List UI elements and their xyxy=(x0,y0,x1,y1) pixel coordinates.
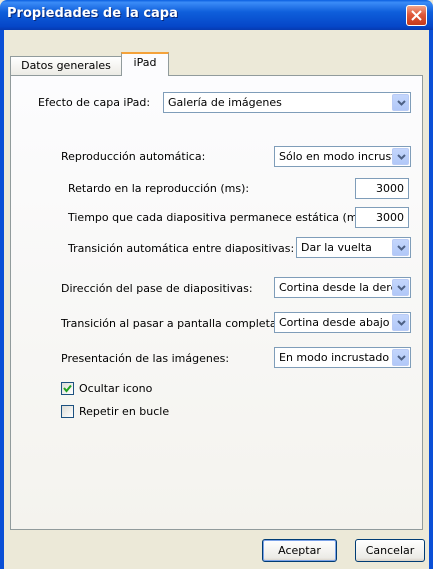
tab-panel-ipad: Efecto de capa iPad: Galería de imágenes… xyxy=(10,75,423,530)
hide-icon-label[interactable]: Ocultar icono xyxy=(79,382,152,395)
chevron-down-icon[interactable] xyxy=(392,314,409,331)
hide-icon-checkbox[interactable] xyxy=(61,382,74,395)
effect-label: Efecto de capa iPad: xyxy=(38,96,151,109)
checkmark-icon xyxy=(63,384,72,393)
delay-input[interactable]: 3000 xyxy=(355,178,409,199)
static-time-input[interactable]: 3000 xyxy=(355,207,409,228)
tab-ipad[interactable]: iPad xyxy=(121,52,169,76)
autoplay-select[interactable]: Sólo en modo incrust xyxy=(274,146,411,167)
dialog-window: Propiedades de la capa Datos generales i… xyxy=(0,0,433,569)
chevron-down-icon[interactable] xyxy=(392,279,409,296)
presentation-select[interactable]: En modo incrustado xyxy=(274,347,411,368)
static-time-label: Tiempo que cada diapositiva permanece es… xyxy=(68,211,372,224)
fullscreen-value: Cortina desde abajo xyxy=(279,316,390,329)
direction-select[interactable]: Cortina desde la dere xyxy=(274,277,411,298)
title-bar[interactable]: Propiedades de la capa xyxy=(0,0,433,30)
auto-transition-select[interactable]: Dar la vuelta xyxy=(296,237,411,258)
tab-datos-generales[interactable]: Datos generales xyxy=(10,56,122,75)
chevron-down-icon[interactable] xyxy=(392,94,409,111)
cancel-button[interactable]: Cancelar xyxy=(355,539,425,562)
chevron-down-icon[interactable] xyxy=(392,148,409,165)
fullscreen-select[interactable]: Cortina desde abajo xyxy=(274,312,411,333)
window-title: Propiedades de la capa xyxy=(7,6,178,21)
window-frame-left xyxy=(0,30,4,569)
loop-label[interactable]: Repetir en bucle xyxy=(79,405,169,418)
presentation-label: Presentación de las imágenes: xyxy=(61,352,230,365)
fullscreen-label: Transición al pasar a pantalla completa: xyxy=(61,317,281,330)
effect-value: Galería de imágenes xyxy=(168,96,282,109)
delay-label: Retardo en la reproducción (ms): xyxy=(68,182,250,195)
chevron-down-icon[interactable] xyxy=(392,239,409,256)
close-icon xyxy=(411,10,422,21)
loop-checkbox[interactable] xyxy=(61,405,74,418)
window-frame-right xyxy=(429,30,433,569)
chevron-down-icon[interactable] xyxy=(392,349,409,366)
auto-transition-value: Dar la vuelta xyxy=(301,241,372,254)
close-button[interactable] xyxy=(406,5,427,26)
auto-transition-label: Transición automática entre diapositivas… xyxy=(68,242,295,255)
direction-label: Dirección del pase de diapositivas: xyxy=(61,282,253,295)
effect-select[interactable]: Galería de imágenes xyxy=(163,92,411,113)
autoplay-label: Reproducción automática: xyxy=(61,150,206,163)
direction-value: Cortina desde la dere xyxy=(279,281,398,294)
presentation-value: En modo incrustado xyxy=(279,351,390,364)
ok-button[interactable]: Aceptar xyxy=(262,539,337,562)
autoplay-value: Sólo en modo incrust xyxy=(279,150,396,163)
